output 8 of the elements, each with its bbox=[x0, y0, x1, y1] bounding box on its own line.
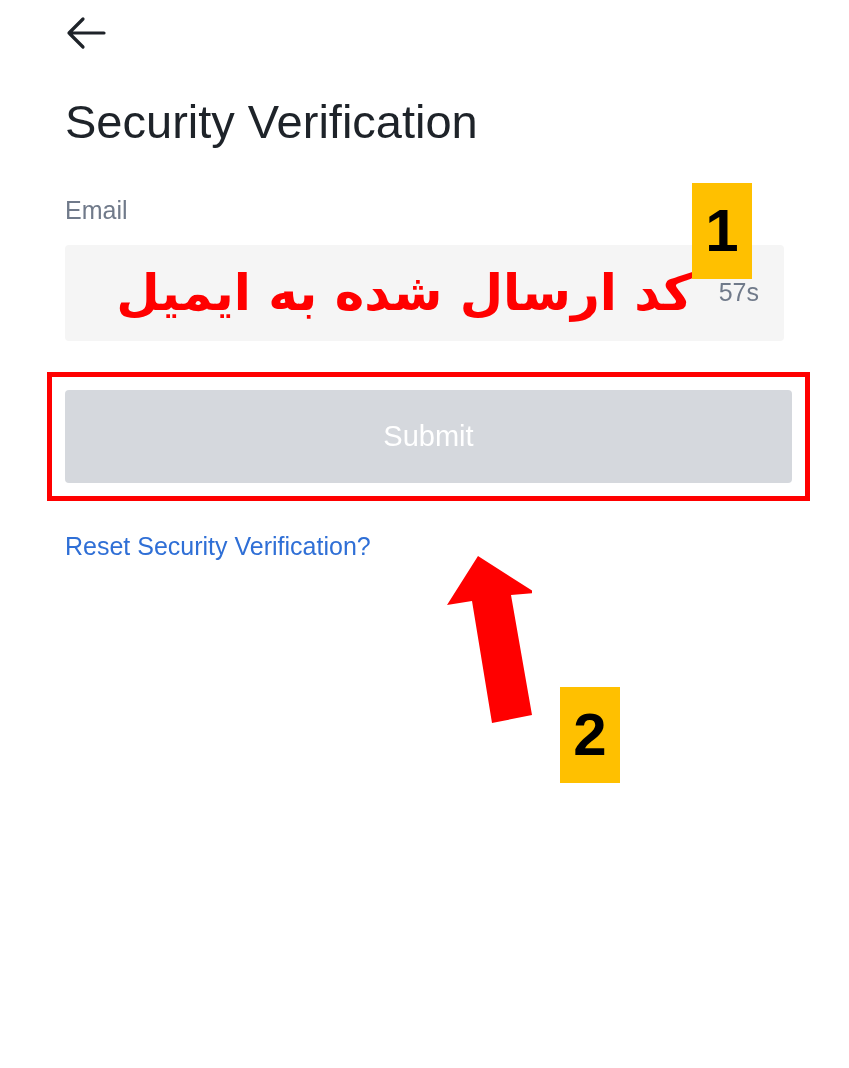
reset-security-link[interactable]: Reset Security Verification? bbox=[65, 528, 371, 566]
countdown-timer: 57s bbox=[718, 277, 759, 309]
back-arrow-icon[interactable] bbox=[65, 14, 107, 52]
number-badge: 1 bbox=[692, 183, 752, 279]
number-badge: 2 bbox=[560, 687, 620, 783]
annotation-text: کد ارسال شده به ایمیل bbox=[116, 263, 693, 324]
page-title: Security Verification bbox=[65, 94, 479, 150]
email-label: Email bbox=[65, 195, 128, 225]
